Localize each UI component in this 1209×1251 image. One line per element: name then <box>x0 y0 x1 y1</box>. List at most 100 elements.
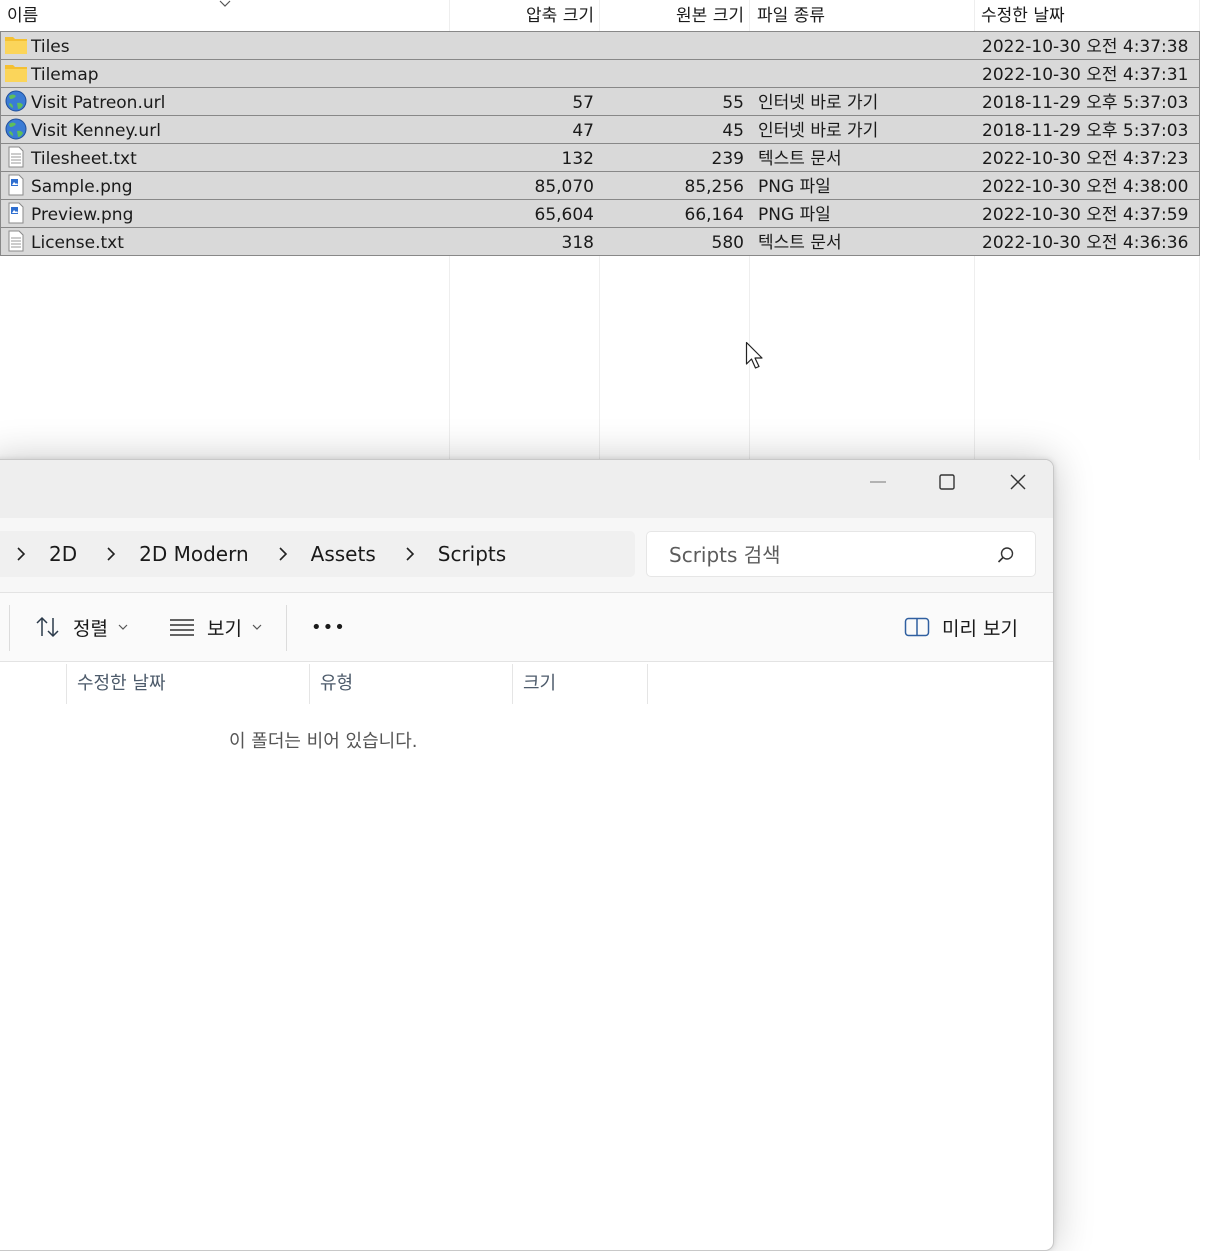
text-file-icon <box>4 146 28 168</box>
minimize-button[interactable] <box>852 462 904 502</box>
archive-rows: Tiles 2022-10-30 오전 4:37:38 Tilemap 2022-10… <box>0 31 1200 256</box>
minimize-icon <box>870 481 886 483</box>
table-row[interactable]: Visit Kenney.url 47 45 인터넷 바로 가기 2018-11-29 … <box>0 116 1200 144</box>
chevron-right-icon[interactable] <box>13 546 29 562</box>
breadcrumb[interactable]: 2D 2D Modern Assets Scripts <box>0 531 635 577</box>
text-file-icon <box>4 230 28 252</box>
folder-icon <box>4 34 28 56</box>
image-file-icon <box>4 174 28 196</box>
column-divider <box>647 664 648 704</box>
column-header-modified[interactable]: 수정한 날짜 <box>981 0 1196 31</box>
original-size <box>601 32 751 59</box>
file-name: Tilemap <box>31 65 99 85</box>
file-name: Tilesheet.txt <box>31 149 137 169</box>
modified-date: 2018-11-29 오후 5:37:03 <box>982 93 1189 113</box>
archive-column-header: 이름 압축 크기 원본 크기 파일 종류 수정한 날짜 <box>0 0 1200 31</box>
table-row[interactable]: Visit Patreon.url 57 55 인터넷 바로 가기 2018-11-29… <box>0 88 1200 116</box>
table-row[interactable]: License.txt 318 580 텍스트 문서 2022-10-30 오전 4:3… <box>0 228 1200 256</box>
original-size <box>601 60 751 87</box>
view-label: 보기 <box>207 617 242 640</box>
file-type: 인터넷 바로 가기 <box>758 121 879 141</box>
address-bar: 2D 2D Modern Assets Scripts <box>0 518 1053 593</box>
folder-icon <box>4 62 28 84</box>
archive-file-list: 이름 압축 크기 원본 크기 파일 종류 수정한 날짜 Tiles 2022-10… <box>0 0 1200 460</box>
preview-label: 미리 보기 <box>942 617 1018 640</box>
compressed-size <box>451 32 601 59</box>
explorer-window: 2D 2D Modern Assets Scripts 정렬 <box>0 459 1054 1251</box>
chevron-right-icon[interactable] <box>402 546 418 562</box>
globe-icon <box>4 90 28 112</box>
column-header-type[interactable]: 유형 <box>310 662 512 704</box>
compressed-size: 47 <box>572 121 594 141</box>
breadcrumb-item[interactable]: 2D <box>49 542 77 566</box>
search-icon[interactable] <box>997 546 1015 564</box>
view-button[interactable]: 보기 <box>169 607 263 647</box>
title-bar[interactable] <box>0 460 1053 518</box>
compressed-size: 318 <box>561 233 594 253</box>
image-file-icon <box>4 202 28 224</box>
column-header-modified[interactable]: 수정한 날짜 <box>67 662 310 704</box>
original-size: 55 <box>722 93 744 113</box>
original-size: 85,256 <box>684 177 744 197</box>
file-name: Tiles <box>31 37 70 57</box>
maximize-icon <box>939 474 955 490</box>
file-type: PNG 파일 <box>758 205 831 225</box>
toolbar-separator <box>286 605 287 651</box>
column-header-file-type[interactable]: 파일 종류 <box>757 0 972 31</box>
file-name: Preview.png <box>31 205 134 225</box>
modified-date: 2022-10-30 오전 4:38:00 <box>982 177 1189 197</box>
globe-icon <box>4 118 28 140</box>
chevron-down-icon <box>118 624 128 630</box>
file-type <box>758 32 973 59</box>
more-icon: ••• <box>311 616 346 638</box>
more-options-button[interactable]: ••• <box>311 607 346 647</box>
chevron-right-icon[interactable] <box>103 546 119 562</box>
breadcrumb-item[interactable]: Assets <box>311 542 376 566</box>
table-row[interactable]: Tilesheet.txt 132 239 텍스트 문서 2022-10-30 오전 4… <box>0 144 1200 172</box>
compressed-size: 132 <box>561 149 594 169</box>
table-row[interactable]: Sample.png 85,070 85,256 PNG 파일 2022-10-30 오… <box>0 172 1200 200</box>
chevron-down-icon <box>252 624 262 630</box>
modified-date: 2022-10-30 오전 4:37:38 <box>982 37 1189 57</box>
preview-pane-button[interactable]: 미리 보기 <box>904 607 1018 647</box>
table-row[interactable]: Preview.png 65,604 66,164 PNG 파일 2022-10-30 … <box>0 200 1200 228</box>
file-type <box>758 60 973 87</box>
file-name: Sample.png <box>31 177 133 197</box>
file-type: 텍스트 문서 <box>758 149 842 169</box>
compressed-size <box>451 60 601 87</box>
chevron-right-icon[interactable] <box>275 546 291 562</box>
column-header-original-size[interactable]: 원본 크기 <box>600 0 750 31</box>
modified-date: 2018-11-29 오후 5:37:03 <box>982 121 1189 141</box>
original-size: 45 <box>722 121 744 141</box>
compressed-size: 65,604 <box>534 205 594 225</box>
file-name: License.txt <box>31 233 124 253</box>
column-header-name[interactable]: 이름 <box>7 0 447 31</box>
close-icon <box>1010 474 1026 490</box>
preview-pane-icon <box>904 617 930 637</box>
file-name: Visit Kenney.url <box>31 121 161 141</box>
breadcrumb-item[interactable]: 2D Modern <box>139 542 249 566</box>
toolbar-separator <box>9 605 10 651</box>
close-button[interactable] <box>992 462 1044 502</box>
original-size: 66,164 <box>684 205 744 225</box>
maximize-button[interactable] <box>921 462 973 502</box>
file-type: 텍스트 문서 <box>758 233 842 253</box>
modified-date: 2022-10-30 오전 4:37:59 <box>982 205 1189 225</box>
search-input[interactable] <box>667 532 991 578</box>
mouse-cursor-icon <box>745 341 763 369</box>
table-row[interactable]: Tiles 2022-10-30 오전 4:37:38 <box>0 31 1200 60</box>
table-row[interactable]: Tilemap 2022-10-30 오전 4:37:31 <box>0 60 1200 88</box>
sort-label: 정렬 <box>73 617 108 640</box>
breadcrumb-item[interactable]: Scripts <box>438 542 506 566</box>
modified-date: 2022-10-30 오전 4:37:23 <box>982 149 1189 169</box>
original-size: 239 <box>711 149 744 169</box>
sort-icon <box>36 616 59 638</box>
compressed-size: 85,070 <box>534 177 594 197</box>
column-header-size[interactable]: 크기 <box>513 662 647 704</box>
modified-date: 2022-10-30 오전 4:36:36 <box>982 233 1189 253</box>
search-box[interactable] <box>646 531 1036 578</box>
modified-date: 2022-10-30 오전 4:37:31 <box>982 65 1189 85</box>
sort-button[interactable]: 정렬 <box>35 607 129 647</box>
column-header-compressed-size[interactable]: 압축 크기 <box>450 0 600 31</box>
original-size: 580 <box>711 233 744 253</box>
